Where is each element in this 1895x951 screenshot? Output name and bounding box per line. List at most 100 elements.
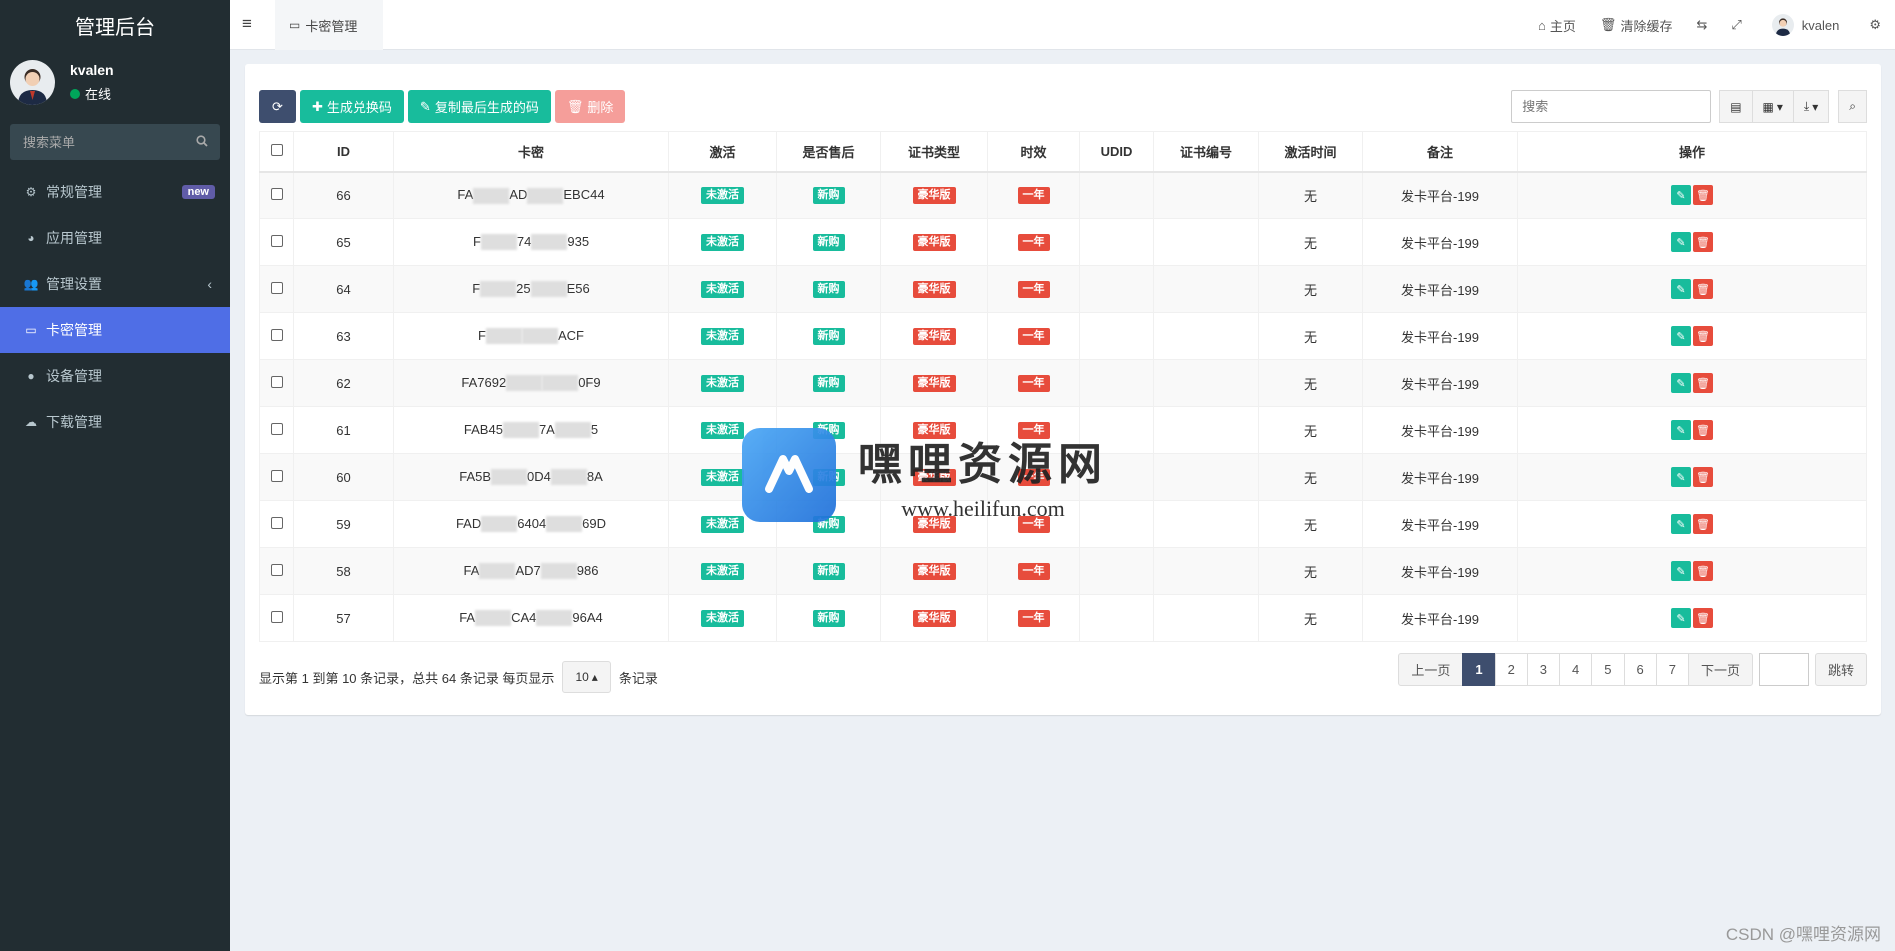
toggle-view-button[interactable]: ▤ (1719, 90, 1753, 123)
header-period[interactable]: 时效 (987, 131, 1080, 173)
page-2[interactable]: 2 (1494, 653, 1528, 686)
page-1[interactable]: 1 (1462, 653, 1496, 686)
header-after-sale[interactable]: 是否售后 (776, 131, 881, 173)
delete-row-button[interactable]: 🗑 (1693, 514, 1713, 534)
cell-after-sale: 新购 (776, 594, 881, 642)
row-checkbox[interactable] (270, 328, 283, 341)
advanced-search-button[interactable]: ⌕ (1838, 90, 1867, 123)
export-button[interactable]: ⤓ ▾ (1792, 90, 1830, 123)
edit-button[interactable]: ✎ (1671, 279, 1691, 299)
fullscreen-button[interactable]: ⤢ (1719, 17, 1753, 33)
cell-active-time: 无 (1258, 594, 1363, 642)
clear-cache-link[interactable]: 🗑 清除缓存 (1588, 16, 1685, 35)
delete-row-button[interactable]: 🗑 (1693, 467, 1713, 487)
search-icon: ⌕ (1849, 99, 1856, 113)
delete-row-button[interactable]: 🗑 (1693, 561, 1713, 581)
trash-icon: 🗑 (1696, 518, 1710, 531)
row-checkbox[interactable] (270, 375, 283, 388)
header-id[interactable]: ID (293, 131, 394, 173)
copy-last-code-button[interactable]: ✎ 复制最后生成的码 (407, 90, 551, 123)
header-cert-no[interactable]: 证书编号 (1153, 131, 1259, 173)
edit-button[interactable]: ✎ (1671, 373, 1691, 393)
delete-row-button[interactable]: 🗑 (1693, 279, 1713, 299)
edit-button[interactable]: ✎ (1671, 326, 1691, 346)
cell-period: 一年 (987, 359, 1080, 407)
settings-button[interactable]: ⚙ (1857, 17, 1895, 33)
cell-id: 65 (293, 218, 394, 266)
delete-row-button[interactable]: 🗑 (1693, 608, 1713, 628)
home-icon: ⌂ (1538, 17, 1546, 33)
row-checkbox[interactable] (270, 422, 283, 435)
sidebar-item-cards[interactable]: ▭ 卡密管理 (0, 307, 230, 353)
code-mask (542, 375, 579, 392)
sidebar-item-downloads[interactable]: ☁ 下载管理 (0, 399, 230, 445)
table-row: 66 FA AD EBC44 未激活 新购 豪华版 一年无发卡平台-199 ✎ 🗑 (259, 171, 1867, 219)
header-code[interactable]: 卡密 (393, 131, 669, 173)
page-4[interactable]: 4 (1559, 653, 1593, 686)
row-checkbox[interactable] (270, 234, 283, 247)
delete-row-button[interactable]: 🗑 (1693, 420, 1713, 440)
language-button[interactable]: ⇆ (1684, 17, 1719, 33)
edit-button[interactable]: ✎ (1671, 467, 1691, 487)
cell-actions: ✎ 🗑 (1517, 500, 1867, 548)
edit-button[interactable]: ✎ (1671, 232, 1691, 252)
header-active-time[interactable]: 激活时间 (1258, 131, 1363, 173)
generate-code-button[interactable]: ✚ 生成兑换码 (300, 90, 404, 123)
user-status: 在线 (70, 84, 111, 103)
delete-row-button[interactable]: 🗑 (1693, 326, 1713, 346)
cell-period: 一年 (987, 594, 1080, 642)
header-udid[interactable]: UDID (1079, 131, 1154, 173)
header-active[interactable]: 激活 (668, 131, 777, 173)
header-cert-type[interactable]: 证书类型 (880, 131, 988, 173)
status-badge: 未激活 (701, 610, 744, 627)
edit-button[interactable]: ✎ (1671, 608, 1691, 628)
status-badge: 未激活 (701, 563, 744, 580)
user-menu[interactable]: kvalen (1754, 14, 1858, 36)
page-size-dropdown[interactable]: 10 ▴ (562, 661, 611, 693)
delete-row-button[interactable]: 🗑 (1693, 373, 1713, 393)
edit-button[interactable]: ✎ (1671, 561, 1691, 581)
cell-period: 一年 (987, 547, 1080, 595)
edit-button[interactable]: ✎ (1671, 185, 1691, 206)
sidebar-item-devices[interactable]: ● 设备管理 (0, 353, 230, 399)
pencil-icon: ✎ (1676, 377, 1686, 390)
jump-button[interactable]: 跳转 (1814, 653, 1867, 686)
sidebar-item-general[interactable]: ⚙ 常规管理 new (0, 169, 230, 215)
row-checkbox[interactable] (270, 187, 283, 200)
prev-page-button[interactable]: 上一页 (1398, 653, 1464, 686)
edit-button[interactable]: ✎ (1671, 420, 1691, 440)
select-all-checkbox[interactable] (270, 143, 283, 156)
header-note[interactable]: 备注 (1362, 131, 1518, 173)
row-checkbox[interactable] (270, 563, 283, 576)
page-3[interactable]: 3 (1526, 653, 1561, 686)
row-checkbox[interactable] (270, 281, 283, 294)
menu-search-input[interactable] (10, 124, 220, 160)
row-checkbox[interactable] (270, 516, 283, 529)
search-icon[interactable] (196, 134, 208, 150)
avatar (10, 60, 55, 105)
delete-row-button[interactable]: 🗑 (1693, 185, 1713, 206)
table-search-input[interactable] (1511, 90, 1712, 123)
page-7[interactable]: 7 (1655, 653, 1689, 686)
cell-code: FA AD7 986 (393, 547, 669, 595)
next-page-button[interactable]: 下一页 (1687, 653, 1753, 686)
page-5[interactable]: 5 (1591, 653, 1625, 686)
home-link[interactable]: ⌂ 主页 (1526, 16, 1588, 35)
refresh-button[interactable]: ⟳ (259, 90, 296, 123)
row-checkbox[interactable] (270, 610, 283, 623)
tab-cards[interactable]: ▭ 卡密管理 (275, 0, 383, 50)
edit-button[interactable]: ✎ (1671, 514, 1691, 534)
delete-row-button[interactable]: 🗑 (1693, 232, 1713, 252)
status-badge: 未激活 (701, 281, 744, 298)
cell-cert-type: 豪华版 (880, 359, 988, 407)
menu-toggle-icon[interactable]: ≡ (242, 14, 252, 34)
columns-button[interactable]: ▦ ▾ (1751, 90, 1794, 123)
sidebar-item-apps[interactable]: ◕ 应用管理 (0, 215, 230, 261)
cell-note: 发卡平台-199 (1362, 359, 1518, 407)
app-title[interactable]: 管理后台 (0, 0, 230, 50)
row-checkbox[interactable] (270, 469, 283, 482)
jump-page-input[interactable] (1758, 653, 1809, 686)
page-6[interactable]: 6 (1623, 653, 1657, 686)
sidebar-item-settings[interactable]: 👥 管理设置 ‹ (0, 261, 230, 307)
delete-button[interactable]: 🗑 删除 (554, 90, 626, 123)
